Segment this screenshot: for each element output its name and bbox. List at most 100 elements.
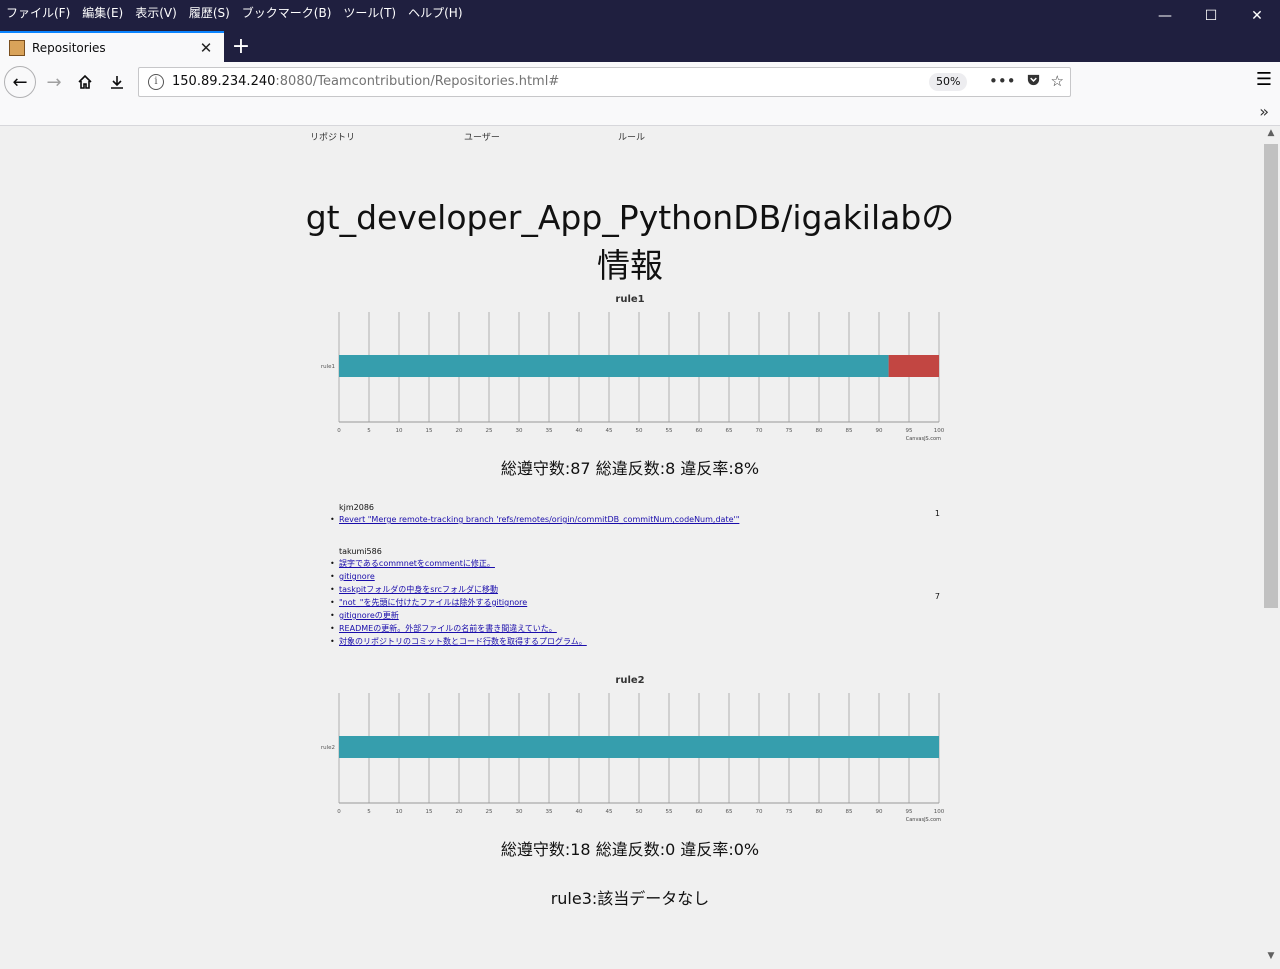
info-icon[interactable]: i [148, 74, 164, 90]
forward-arrow-icon[interactable]: → [38, 66, 70, 98]
download-icon[interactable] [101, 66, 133, 98]
window-controls: — ☐ ✕ [1142, 0, 1280, 31]
site-nav: リポジトリ ユーザー ルール [310, 130, 772, 143]
x-tick-label: 5 [367, 428, 371, 434]
menu-bar: ファイル(F) 編集(E) 表示(V) 履歴(S) ブックマーク(B) ツール(… [0, 0, 1280, 31]
list-item: gitignoreの更新 [330, 609, 587, 622]
x-tick-label: 65 [726, 809, 733, 815]
menu-edit[interactable]: 編集(E) [82, 4, 123, 21]
x-tick-label: 25 [486, 809, 493, 815]
y-category-label: rule1 [321, 364, 335, 370]
x-tick-label: 0 [337, 428, 341, 434]
commit-link[interactable]: Revert "Merge remote-tracking branch 're… [339, 515, 739, 524]
x-tick-label: 35 [546, 809, 553, 815]
rule2-chart: rule2 0 5 10 15 20 25 30 35 40 45 50 55 60 65 70 75 80 85 9… [310, 673, 950, 823]
bar-segment [888, 355, 939, 377]
chart-credit: CanvasJS.com [906, 436, 941, 442]
x-tick-label: 45 [606, 809, 613, 815]
x-tick-label: 10 [396, 428, 403, 434]
overflow-chevron-icon[interactable]: » [1259, 102, 1269, 121]
x-tick-label: 70 [756, 809, 763, 815]
x-tick-label: 55 [666, 428, 673, 434]
commit-link[interactable]: "not_"を先頭に付けたファイルは除外するgitignore [339, 598, 527, 607]
address-bar[interactable]: i 150.89.234.240:8080/Teamcontribution/R… [138, 67, 1071, 97]
x-tick-label: 80 [816, 428, 823, 434]
x-tick-label: 100 [934, 809, 945, 815]
x-tick-label: 55 [666, 809, 673, 815]
nav-link-repositories[interactable]: リポジトリ [310, 130, 464, 143]
pocket-icon[interactable] [1026, 72, 1041, 91]
menu-history[interactable]: 履歴(S) [189, 4, 230, 21]
x-tick-label: 45 [606, 428, 613, 434]
rule1-chart: rule1 0 5 10 15 20 25 30 35 40 45 50 55 60 65 70 75 80 85 9… [310, 292, 950, 442]
close-window-icon[interactable]: ✕ [1234, 0, 1280, 31]
tab-repositories[interactable]: Repositories ✕ [0, 31, 224, 62]
vertical-scrollbar[interactable]: ▲ ▼ [1262, 126, 1280, 969]
x-tick-label: 25 [486, 428, 493, 434]
rule1-violations: kjm2086 1 Revert "Merge remote-tracking … [330, 502, 950, 650]
list-item: READMEの更新。外部ファイルの名前を書き間違えていた。 [330, 622, 587, 635]
y-category-label: rule2 [321, 745, 335, 751]
x-tick-label: 20 [456, 809, 463, 815]
hamburger-menu-icon[interactable]: ☰ [1256, 69, 1272, 90]
x-tick-label: 95 [906, 428, 913, 434]
url-host: 150.89.234.240 [172, 74, 276, 89]
x-tick-label: 70 [756, 428, 763, 434]
x-tick-label: 90 [876, 428, 883, 434]
page-content: リポジトリ ユーザー ルール gt_developer_App_PythonDB… [0, 126, 1262, 969]
commit-link[interactable]: taskpitフォルダの中身をsrcフォルダに移動 [339, 585, 498, 594]
rule3-no-data: rule3:該当データなし [550, 889, 710, 908]
nav-link-users[interactable]: ユーザー [464, 130, 618, 143]
x-tick-label: 95 [906, 809, 913, 815]
page-title: gt_developer_App_PythonDB/igakilabの情報 [305, 198, 955, 285]
secondary-toolbar: » [0, 102, 1280, 126]
close-tab-icon[interactable]: ✕ [194, 39, 218, 57]
maximize-icon[interactable]: ☐ [1188, 0, 1234, 31]
tab-title: Repositories [32, 40, 106, 55]
commit-link[interactable]: 誤字であるcommnetをcommentに修正。 [339, 559, 495, 568]
x-tick-label: 40 [576, 809, 583, 815]
list-item: 誤字であるcommnetをcommentに修正。 [330, 557, 587, 570]
nav-link-rules[interactable]: ルール [618, 130, 772, 143]
menu-help[interactable]: ヘルプ(H) [408, 4, 462, 21]
scroll-up-icon[interactable]: ▲ [1262, 128, 1280, 144]
x-tick-label: 35 [546, 428, 553, 434]
menu-file[interactable]: ファイル(F) [6, 4, 70, 21]
author-name: takumi586 [339, 547, 382, 556]
chart-title: rule2 [615, 675, 644, 686]
home-icon[interactable] [69, 66, 101, 98]
x-tick-label: 85 [846, 428, 853, 434]
back-arrow-icon[interactable]: ← [4, 66, 36, 98]
scroll-down-icon[interactable]: ▼ [1262, 951, 1280, 967]
rule2-chart-svg: rule2 0 5 10 15 20 25 30 35 40 45 50 55 60 65 70 75 80 85 9… [321, 675, 945, 823]
commit-link[interactable]: READMEの更新。外部ファイルの名前を書き間違えていた。 [339, 624, 557, 633]
scrollbar-thumb[interactable] [1264, 144, 1278, 608]
favicon-icon [9, 39, 25, 56]
minimize-icon[interactable]: — [1142, 0, 1188, 31]
x-tick-label: 85 [846, 809, 853, 815]
menu-view[interactable]: 表示(V) [135, 4, 177, 21]
menu-items: ファイル(F) 編集(E) 表示(V) 履歴(S) ブックマーク(B) ツール(… [6, 4, 463, 21]
x-tick-label: 20 [456, 428, 463, 434]
x-tick-label: 30 [516, 809, 523, 815]
x-tick-label: 15 [426, 809, 433, 815]
bookmark-star-icon[interactable]: ☆ [1051, 72, 1064, 91]
x-tick-label: 5 [367, 809, 371, 815]
commit-link[interactable]: gitignore [339, 572, 375, 581]
x-tick-label: 60 [696, 809, 703, 815]
violation-count: 1 [934, 509, 940, 518]
x-tick-label: 65 [726, 428, 733, 434]
list-item: gitignore [330, 570, 587, 583]
x-tick-label: 30 [516, 428, 523, 434]
url-text[interactable]: 150.89.234.240:8080/Teamcontribution/Rep… [172, 74, 559, 89]
new-tab-icon[interactable]: + [228, 31, 254, 62]
more-actions-icon[interactable]: ••• [989, 72, 1016, 91]
menu-tools[interactable]: ツール(T) [343, 4, 396, 21]
commit-link[interactable]: gitignoreの更新 [339, 611, 399, 620]
menu-bookmarks[interactable]: ブックマーク(B) [242, 4, 332, 21]
commit-link[interactable]: 対象のリポジトリのコミット数とコード行数を取得するプログラム。 [339, 637, 587, 646]
tab-bar: Repositories ✕ + [0, 31, 1280, 62]
chart-title: rule1 [615, 294, 644, 305]
zoom-indicator[interactable]: 50% [929, 73, 968, 91]
chart-credit: CanvasJS.com [906, 817, 941, 823]
